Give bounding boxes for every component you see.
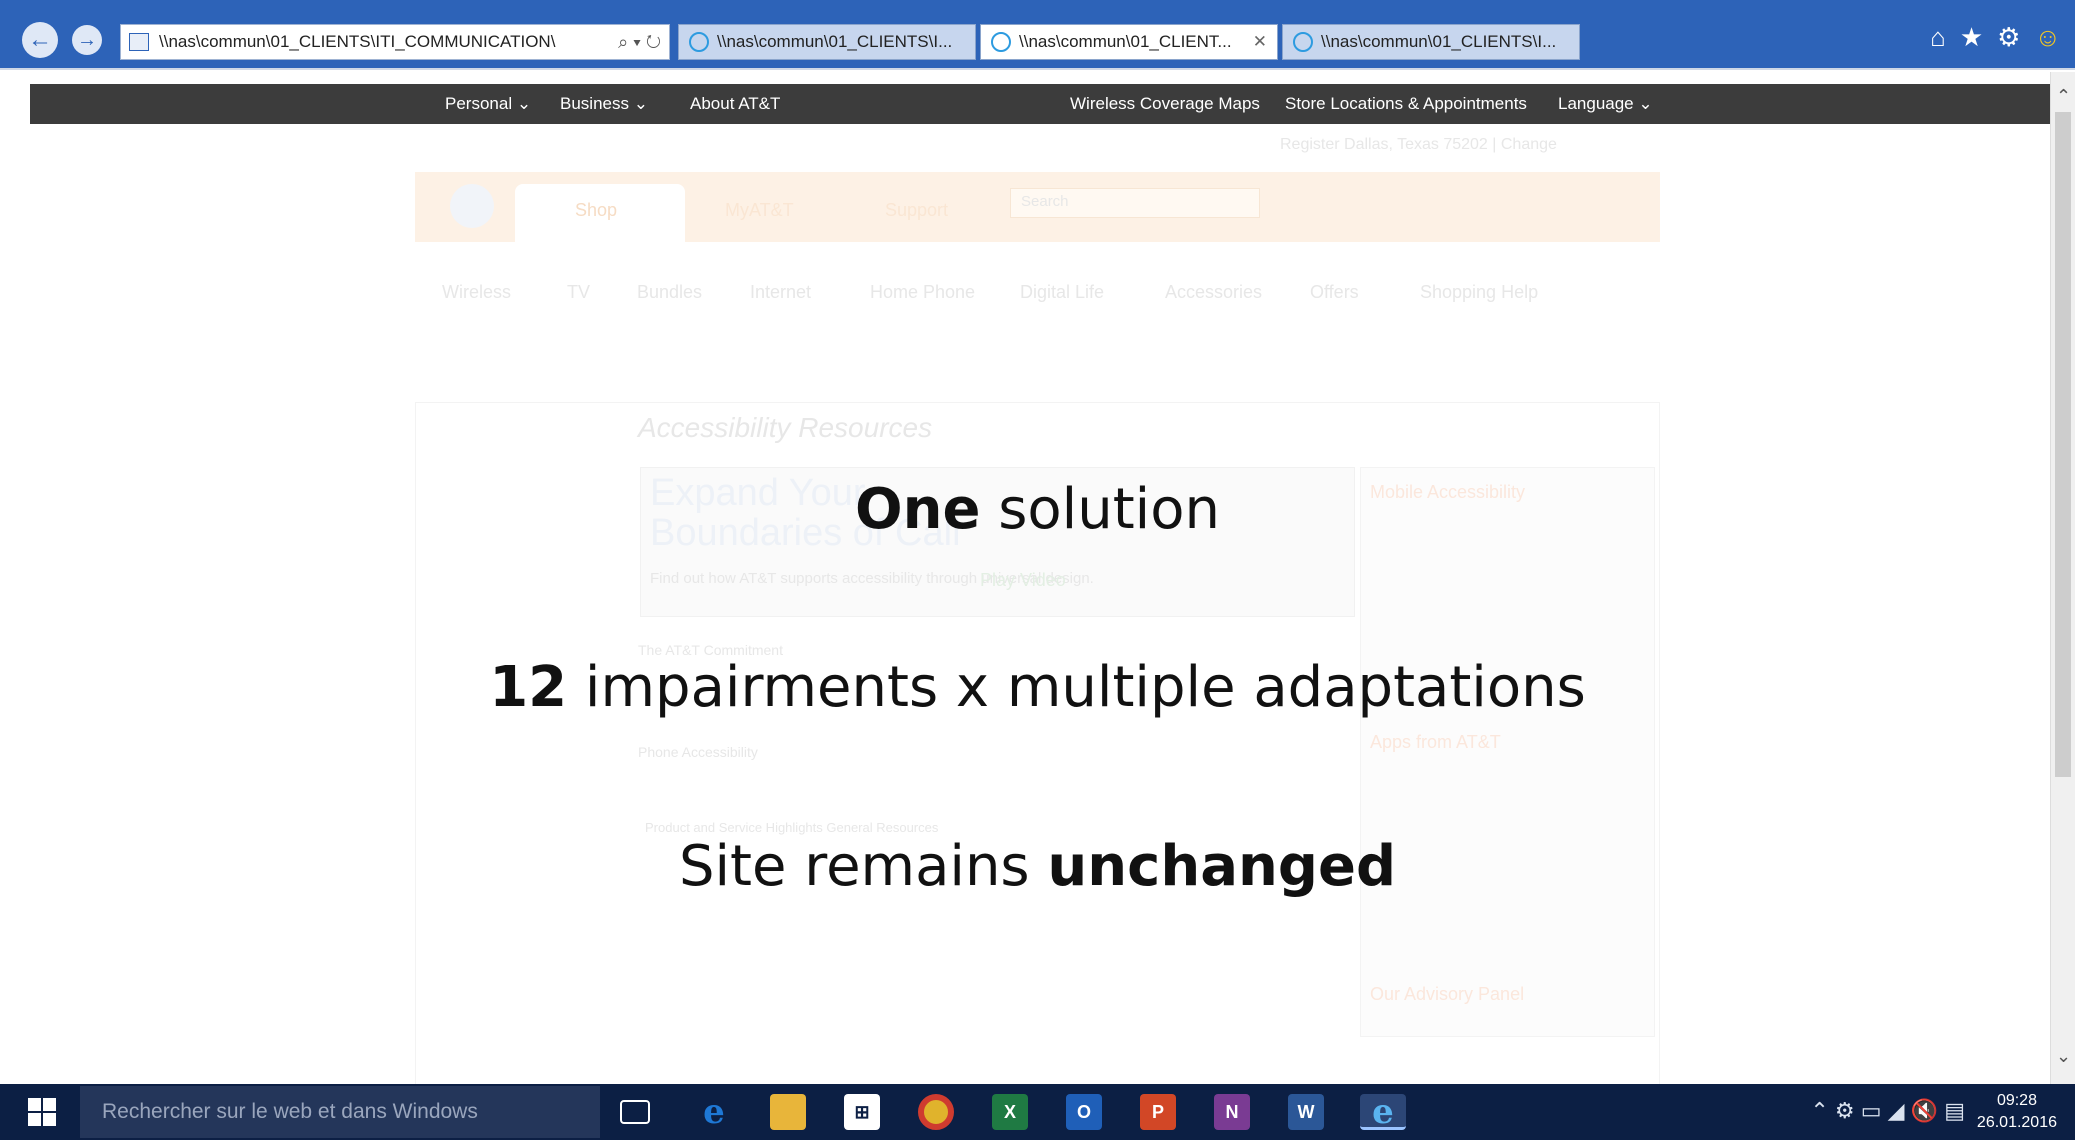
- address-bar[interactable]: \\nas\commun\01_CLIENTS\ITI_COMMUNICATIO…: [120, 24, 670, 60]
- menu-offers: Offers: [1310, 282, 1359, 302]
- play-video-button: Play Video: [980, 570, 1066, 590]
- overlay-text: solution: [980, 477, 1220, 542]
- chrome-icon[interactable]: [918, 1094, 954, 1130]
- taskbar-search-box[interactable]: Rechercher sur le web et dans Windows: [80, 1086, 600, 1138]
- menu-digital-life: Digital Life: [1020, 282, 1105, 302]
- feedback-smiley-icon[interactable]: ☺: [2034, 22, 2061, 53]
- overlay-bold-unchanged: unchanged: [1047, 834, 1397, 899]
- phone-accessibility-heading: Phone Accessibility: [638, 744, 758, 760]
- clock-time: 09:28: [1996, 1092, 2037, 1109]
- taskbar-clock[interactable]: 09:28 26.01.2016: [1977, 1090, 2057, 1134]
- overlay-bold-12: 12: [489, 655, 568, 720]
- faded-search-box: Search: [1010, 188, 1260, 218]
- att-globe-logo-icon: [450, 184, 494, 228]
- back-arrow-icon: ←: [28, 26, 52, 53]
- address-url: \\nas\commun\01_CLIENTS\ITI_COMMUNICATIO…: [159, 32, 556, 51]
- ie-tab-icon: [991, 32, 1011, 52]
- windows-taskbar: Rechercher sur le web et dans Windows e …: [0, 1084, 2075, 1140]
- windows-start-icon[interactable]: [28, 1098, 56, 1126]
- ie-tab-icon: [689, 32, 709, 52]
- onenote-icon[interactable]: N: [1214, 1094, 1250, 1130]
- faded-page-background: Register Dallas, Texas 75202 | Change Sh…: [10, 72, 2050, 1084]
- clock-date: 26.01.2016: [1976, 1114, 2057, 1131]
- forward-arrow-icon: →: [77, 29, 97, 51]
- tab-label: \\nas\commun\01_CLIENTS\I...: [717, 32, 953, 51]
- menu-home-phone: Home Phone: [870, 282, 976, 302]
- favorites-star-icon[interactable]: ★: [1960, 22, 1983, 53]
- browser-tab[interactable]: \\nas\commun\01_CLIENTS\I...: [678, 24, 976, 60]
- section-title: Accessibility Resources: [638, 412, 933, 443]
- back-button[interactable]: ←: [22, 22, 58, 58]
- search-placeholder: Search: [1021, 193, 1069, 210]
- menu-shopping-help: Shopping Help: [1420, 282, 1539, 302]
- overlay-line-impairments: 12 impairments x multiple adaptations: [0, 653, 2075, 723]
- menu-wireless: Wireless: [442, 282, 512, 302]
- tab-label: \\nas\commun\01_CLIENTS\I...: [1321, 32, 1557, 51]
- word-icon[interactable]: W: [1288, 1094, 1324, 1130]
- shop-tab-label: Shop: [575, 200, 618, 220]
- menu-bundles: Bundles: [637, 282, 703, 302]
- overlay-text: Site remains: [678, 834, 1048, 899]
- outlook-icon[interactable]: O: [1066, 1094, 1102, 1130]
- browser-tab-active[interactable]: \\nas\commun\01_CLIENT... ✕: [980, 24, 1278, 60]
- taskbar-search-placeholder: Rechercher sur le web et dans Windows: [102, 1100, 478, 1123]
- side-title-advisory: Our Advisory Panel: [1370, 984, 1525, 1004]
- close-tab-icon[interactable]: ✕: [1253, 25, 1267, 59]
- browser-toolbar: ← → \\nas\commun\01_CLIENTS\ITI_COMMUNIC…: [0, 0, 2075, 70]
- system-tray[interactable]: ⌃ ⚙ ▭ ◢ 🔇 ▤: [1810, 1098, 1965, 1124]
- ie-tab-icon: [1293, 32, 1313, 52]
- task-view-icon[interactable]: [620, 1100, 650, 1124]
- overlay-line-unchanged: Site remains unchanged: [0, 832, 2075, 902]
- menu-accessories: Accessories: [1165, 282, 1263, 302]
- file-explorer-icon[interactable]: [770, 1094, 806, 1130]
- menu-tv: TV: [567, 282, 591, 302]
- myatt-tab-label: MyAT&T: [725, 200, 794, 220]
- web-page: Personal ⌄ Business ⌄ About AT&T Wireles…: [10, 72, 2050, 1084]
- home-icon[interactable]: ⌂: [1930, 22, 1946, 53]
- edge-browser-icon[interactable]: e: [696, 1094, 732, 1130]
- side-title-apps: Apps from AT&T: [1370, 732, 1501, 752]
- register-line: Register Dallas, Texas 75202 | Change: [1280, 136, 1557, 153]
- tray-icons: ⌃ ⚙ ▭ ◢ 🔇 ▤: [1810, 1098, 1965, 1123]
- screen: ← → \\nas\commun\01_CLIENTS\ITI_COMMUNIC…: [0, 0, 2075, 1140]
- page-icon: [129, 33, 149, 51]
- browser-tools: ⌂ ★ ⚙ ☺: [1930, 22, 2061, 53]
- scroll-down-chevron-icon[interactable]: ⌄: [2051, 1046, 2075, 1070]
- page-scrollbar[interactable]: ⌃ ⌄: [2050, 72, 2075, 1084]
- store-bag-icon[interactable]: ⊞: [844, 1094, 880, 1130]
- scroll-up-chevron-icon[interactable]: ⌃: [2051, 86, 2075, 110]
- overlay-line-one-solution: One solution: [0, 475, 2075, 545]
- settings-gear-icon[interactable]: ⚙: [1997, 22, 2020, 53]
- tab-label: \\nas\commun\01_CLIENT...: [1019, 32, 1232, 51]
- forward-button[interactable]: →: [72, 25, 102, 55]
- powerpoint-icon[interactable]: P: [1140, 1094, 1176, 1130]
- browser-tab[interactable]: \\nas\commun\01_CLIENTS\I...: [1282, 24, 1580, 60]
- overlay-bold-one: One: [854, 477, 981, 542]
- overlay-text: impairments x multiple adaptations: [567, 655, 1586, 720]
- internet-explorer-icon[interactable]: e: [1360, 1094, 1406, 1130]
- address-controls[interactable]: ⌕ ▾ ↻: [618, 25, 661, 59]
- excel-icon[interactable]: X: [992, 1094, 1028, 1130]
- menu-internet: Internet: [750, 282, 812, 302]
- support-tab-label: Support: [885, 200, 949, 220]
